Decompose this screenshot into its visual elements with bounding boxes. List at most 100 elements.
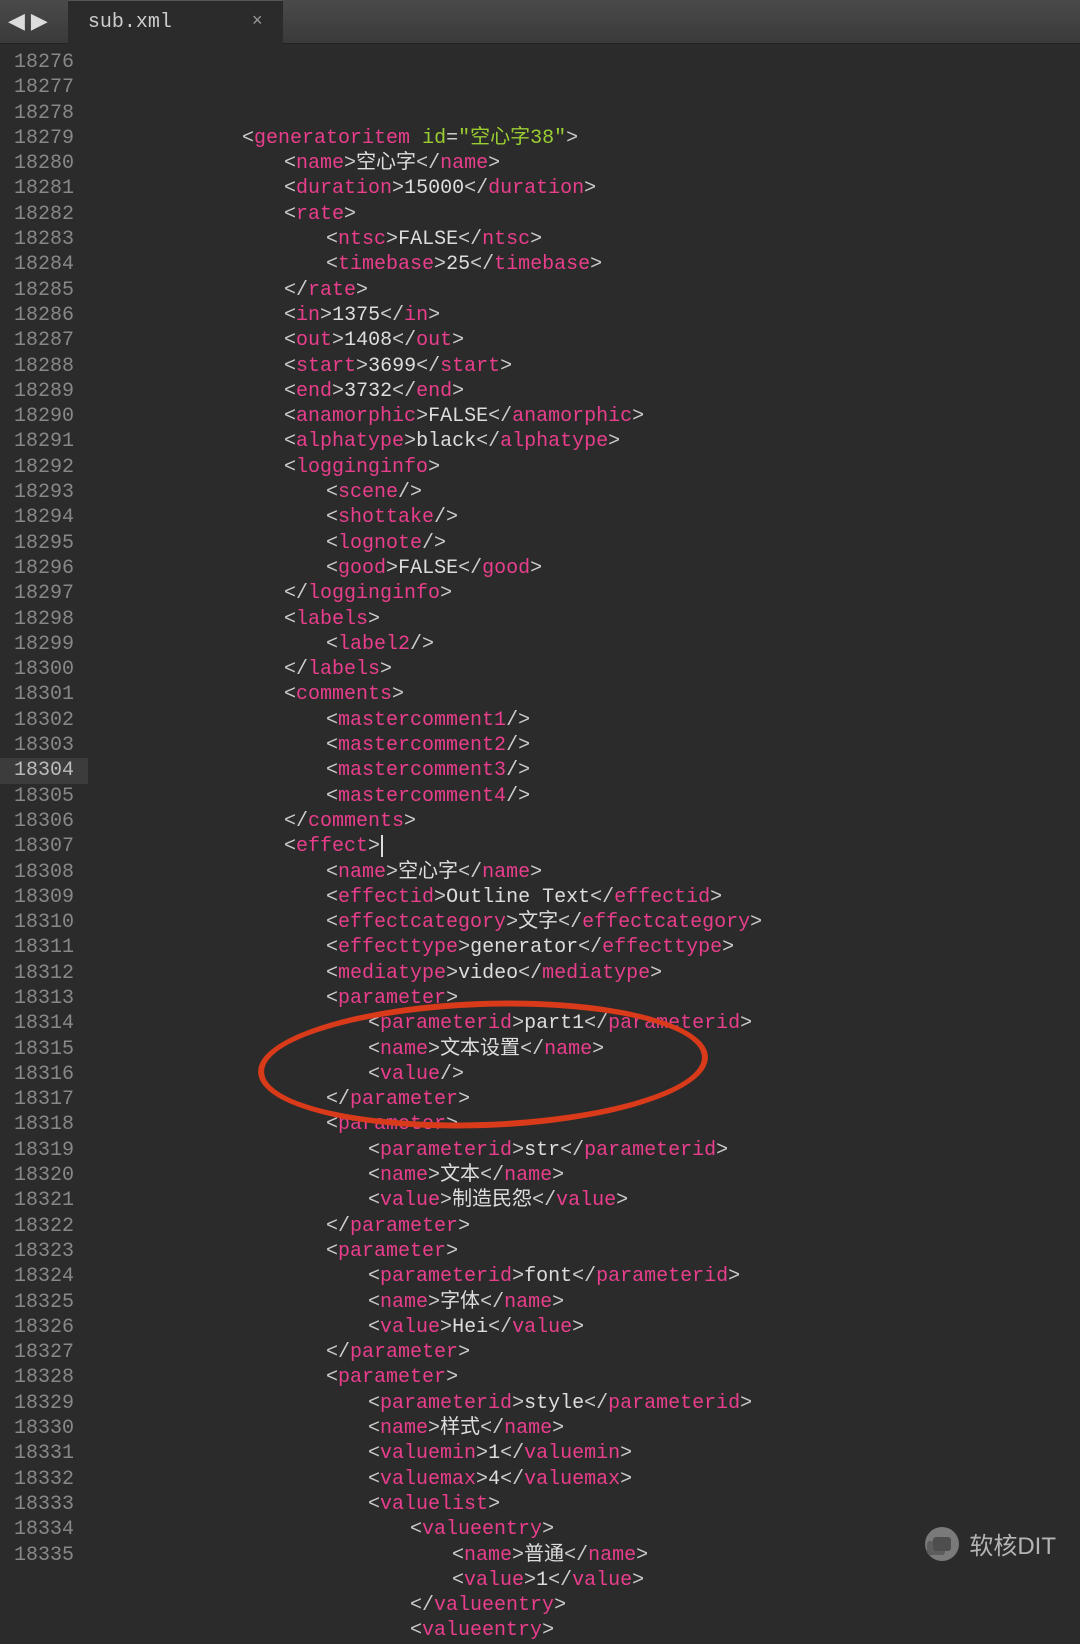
code-line[interactable]: </valueentry> (92, 1593, 1080, 1618)
line-number: 18312 (14, 961, 74, 986)
back-icon[interactable]: ◀ (8, 9, 25, 35)
line-number: 18302 (14, 708, 74, 733)
line-number: 18328 (14, 1365, 74, 1390)
code-line[interactable]: <generatoritem id="空心字38"> (92, 126, 1080, 151)
code-line[interactable]: <effectcategory>文字</effectcategory> (92, 910, 1080, 935)
code-editor[interactable]: 1827618277182781827918280182811828218283… (0, 44, 1080, 1585)
code-line[interactable]: <mastercomment4/> (92, 784, 1080, 809)
line-number: 18315 (14, 1037, 74, 1062)
code-line[interactable]: </parameter> (92, 1340, 1080, 1365)
code-line[interactable]: </parameter> (92, 1214, 1080, 1239)
code-line[interactable]: <value>Hei</value> (92, 1315, 1080, 1340)
forward-icon[interactable]: ▶ (31, 9, 48, 35)
line-number: 18289 (14, 379, 74, 404)
code-line[interactable]: <mastercomment1/> (92, 708, 1080, 733)
code-line[interactable]: <name>空心字</name> (92, 151, 1080, 176)
code-line[interactable]: <mastercomment3/> (92, 758, 1080, 783)
code-line[interactable]: <good>FALSE</good> (92, 556, 1080, 581)
code-line[interactable]: <valueentry> (92, 1618, 1080, 1643)
line-number: 18285 (14, 278, 74, 303)
code-line[interactable]: <in>1375</in> (92, 303, 1080, 328)
line-number: 18304 (0, 758, 88, 783)
line-number: 18308 (14, 860, 74, 885)
code-line[interactable]: <labels> (92, 607, 1080, 632)
line-number: 18300 (14, 657, 74, 682)
line-number: 18324 (14, 1264, 74, 1289)
line-number: 18331 (14, 1441, 74, 1466)
code-line[interactable]: </parameter> (92, 1087, 1080, 1112)
line-number: 18298 (14, 607, 74, 632)
line-number: 18283 (14, 227, 74, 252)
code-line[interactable]: <name>字体</name> (92, 1290, 1080, 1315)
line-number: 18306 (14, 809, 74, 834)
code-line[interactable]: </rate> (92, 278, 1080, 303)
code-line[interactable]: </logginginfo> (92, 581, 1080, 606)
code-line[interactable]: <shottake/> (92, 505, 1080, 530)
code-line[interactable]: <parameterid>style</parameterid> (92, 1391, 1080, 1416)
code-line[interactable]: <name>空心字</name> (92, 860, 1080, 885)
code-line[interactable]: <rate> (92, 202, 1080, 227)
code-line[interactable]: <effecttype>generator</effecttype> (92, 935, 1080, 960)
line-number: 18290 (14, 404, 74, 429)
code-line[interactable]: <anamorphic>FALSE</anamorphic> (92, 404, 1080, 429)
code-line[interactable]: <comments> (92, 682, 1080, 707)
code-line[interactable]: <parameter> (92, 1239, 1080, 1264)
code-line[interactable]: <parameter> (92, 1365, 1080, 1390)
line-number: 18286 (14, 303, 74, 328)
code-line[interactable]: <scene/> (92, 480, 1080, 505)
code-line[interactable]: <mastercomment2/> (92, 733, 1080, 758)
code-line[interactable]: <name>文本</name> (92, 1163, 1080, 1188)
line-number: 18307 (14, 834, 74, 859)
code-line[interactable]: <valuelist> (92, 1492, 1080, 1517)
line-number: 18332 (14, 1467, 74, 1492)
close-icon[interactable]: × (252, 12, 263, 32)
line-number: 18313 (14, 986, 74, 1011)
code-line[interactable]: <timebase>25</timebase> (92, 252, 1080, 277)
code-line[interactable]: <label2/> (92, 632, 1080, 657)
code-line[interactable]: </comments> (92, 809, 1080, 834)
code-line[interactable]: <alphatype>black</alphatype> (92, 429, 1080, 454)
code-line[interactable]: <logginginfo> (92, 455, 1080, 480)
code-area[interactable]: <generatoritem id="空心字38"><name>空心字</nam… (88, 44, 1080, 1585)
code-line[interactable]: </labels> (92, 657, 1080, 682)
line-number: 18327 (14, 1340, 74, 1365)
code-line[interactable]: <parameterid>part1</parameterid> (92, 1011, 1080, 1036)
line-number: 18277 (14, 75, 74, 100)
watermark-text: 软核DIT (969, 1526, 1056, 1561)
code-line[interactable]: <valuemax>4</valuemax> (92, 1467, 1080, 1492)
code-line[interactable]: <value>1</value> (92, 1568, 1080, 1593)
line-number: 18288 (14, 354, 74, 379)
code-line[interactable]: <valuemin>1</valuemin> (92, 1441, 1080, 1466)
line-number: 18333 (14, 1492, 74, 1517)
code-line[interactable]: <start>3699</start> (92, 354, 1080, 379)
line-number: 18335 (14, 1543, 74, 1568)
code-line[interactable]: <ntsc>FALSE</ntsc> (92, 227, 1080, 252)
line-number: 18276 (14, 50, 74, 75)
code-line[interactable]: <name>样式</name> (92, 1416, 1080, 1441)
code-line[interactable]: <value/> (92, 1062, 1080, 1087)
code-line[interactable]: <effect> (92, 834, 1080, 859)
line-number: 18295 (14, 531, 74, 556)
code-line[interactable]: <out>1408</out> (92, 328, 1080, 353)
code-line[interactable]: <parameter> (92, 1112, 1080, 1137)
line-number: 18329 (14, 1391, 74, 1416)
code-line[interactable]: <parameter> (92, 986, 1080, 1011)
code-line[interactable]: <parameterid>font</parameterid> (92, 1264, 1080, 1289)
line-number: 18305 (14, 784, 74, 809)
tab-active[interactable]: sub.xml × (68, 0, 283, 44)
code-line[interactable]: <value>制造民怨</value> (92, 1188, 1080, 1213)
code-line[interactable]: <end>3732</end> (92, 379, 1080, 404)
code-line[interactable]: <name>文本设置</name> (92, 1037, 1080, 1062)
code-line[interactable]: <lognote/> (92, 531, 1080, 556)
line-number: 18303 (14, 733, 74, 758)
code-line[interactable]: <duration>15000</duration> (92, 176, 1080, 201)
code-line[interactable]: <parameterid>str</parameterid> (92, 1138, 1080, 1163)
line-number: 18284 (14, 252, 74, 277)
line-number: 18291 (14, 429, 74, 454)
line-number: 18330 (14, 1416, 74, 1441)
code-line[interactable]: <mediatype>video</mediatype> (92, 961, 1080, 986)
line-number: 18325 (14, 1290, 74, 1315)
code-line[interactable]: <effectid>Outline Text</effectid> (92, 885, 1080, 910)
line-number: 18320 (14, 1163, 74, 1188)
line-number: 18294 (14, 505, 74, 530)
